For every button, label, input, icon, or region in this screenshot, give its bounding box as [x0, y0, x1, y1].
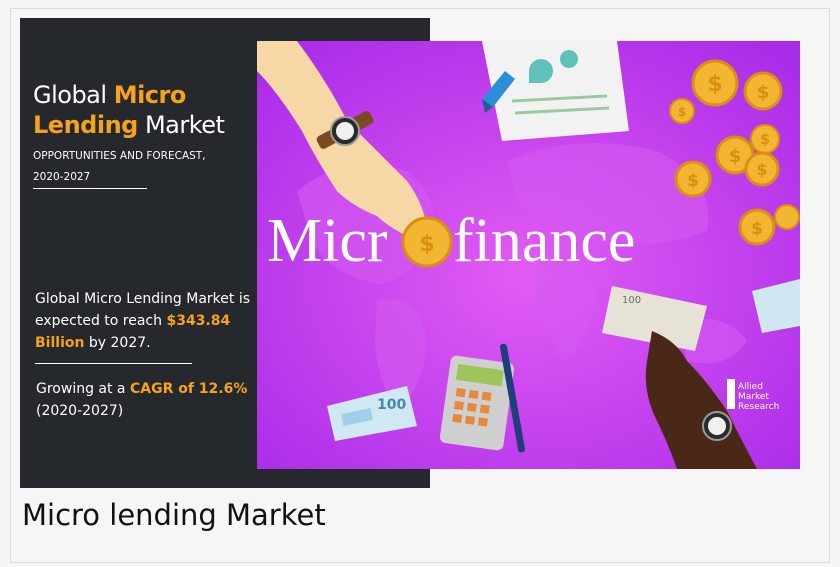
stat1-suffix: by 2027.: [84, 335, 151, 351]
coin-symbol: $: [707, 72, 722, 97]
stat2-value: CAGR of 12.6%: [129, 381, 248, 397]
title-accent-micro: Micro: [113, 81, 187, 109]
cagr-statement: Growing at a CAGR of 12.6% (2020-2027): [36, 378, 261, 422]
banknote-value: 100: [622, 295, 641, 306]
brand-line2: Market: [738, 392, 769, 402]
coin-symbol: $: [419, 232, 434, 257]
banknote-value: 100: [377, 397, 406, 413]
microfinance-headline-left: Micr: [267, 207, 388, 275]
market-size-statement: Global Micro Lending Market is expected …: [35, 288, 260, 354]
stat2-prefix: Growing at a: [36, 381, 130, 397]
calculator: [439, 355, 515, 451]
image-caption: Micro lending Market: [22, 498, 326, 532]
subtitle-line2: 2020-2027: [33, 171, 91, 183]
banner-title: Global Micro Lending Market: [33, 80, 243, 140]
divider: [35, 363, 192, 364]
illustration-svg: $ $ $ $ $ $ $ $ Micr $ finance 100 100 A…: [257, 41, 800, 469]
subtitle-line1: OPPORTUNITIES AND FORECAST,: [33, 150, 206, 162]
coin-symbol: $: [729, 146, 742, 167]
coin-symbol: $: [678, 105, 686, 119]
coin-symbol: $: [751, 219, 763, 239]
coin-symbol: $: [757, 82, 770, 103]
title-part2: Market: [137, 111, 225, 139]
stat2-suffix: (2020-2027): [36, 403, 124, 419]
coin-symbol: $: [760, 132, 770, 148]
brand-line1: Allied: [738, 382, 763, 392]
coin-symbol: $: [687, 171, 699, 191]
banner-subtitle: OPPORTUNITIES AND FORECAST, 2020-2027: [33, 146, 233, 188]
microfinance-headline-right: finance: [453, 207, 635, 275]
divider: [33, 188, 147, 189]
title-accent-lending: Lending: [33, 111, 138, 139]
brand-line3: Research: [738, 402, 779, 412]
title-part1: Global: [33, 81, 114, 109]
microfinance-illustration: $ $ $ $ $ $ $ $ Micr $ finance 100 100 A…: [257, 41, 800, 469]
coin-symbol: $: [756, 160, 767, 179]
